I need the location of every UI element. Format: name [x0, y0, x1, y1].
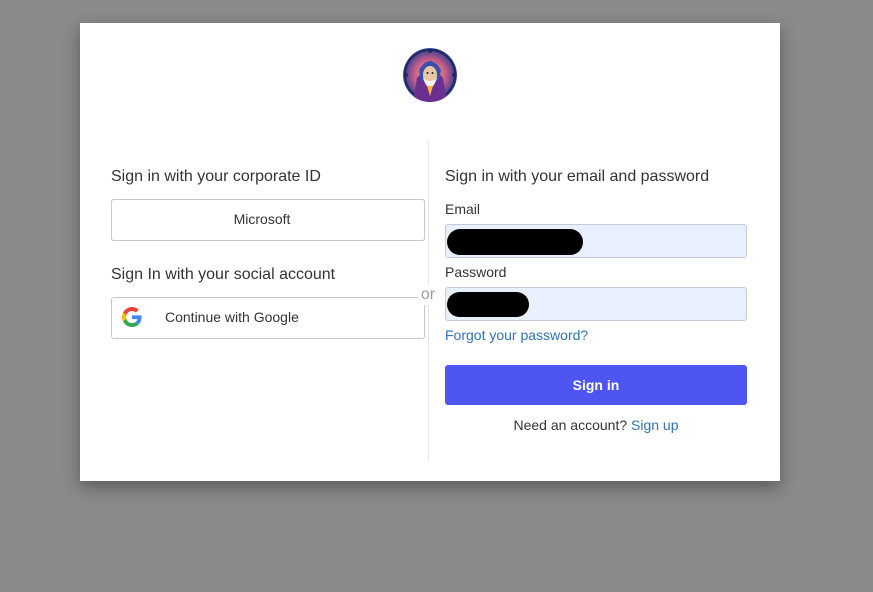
email-redaction — [447, 229, 583, 255]
need-account-text: Need an account? — [513, 417, 628, 433]
logo-icon — [403, 48, 457, 102]
forgot-password-link[interactable]: Forgot your password? — [445, 326, 588, 344]
email-label: Email — [445, 201, 481, 217]
or-separator: or — [418, 285, 438, 305]
microsoft-signin-button[interactable]: Microsoft — [111, 199, 425, 241]
password-redaction — [447, 292, 529, 317]
google-signin-button[interactable]: Continue with Google — [111, 297, 425, 339]
google-icon — [122, 307, 142, 327]
sign-in-button[interactable]: Sign in — [445, 365, 747, 405]
email-password-heading: Sign in with your email and password — [445, 168, 710, 185]
login-card: Sign in with your corporate ID Microsoft… — [80, 23, 780, 481]
sign-up-link[interactable]: Sign up — [631, 417, 678, 433]
google-button-label: Continue with Google — [165, 309, 299, 325]
social-account-heading: Sign In with your social account — [111, 266, 336, 283]
password-label: Password — [445, 264, 507, 280]
corporate-id-heading: Sign in with your corporate ID — [111, 168, 321, 185]
need-account-row: Need an account? Sign up — [445, 416, 747, 434]
microsoft-button-label: Microsoft — [233, 211, 291, 227]
